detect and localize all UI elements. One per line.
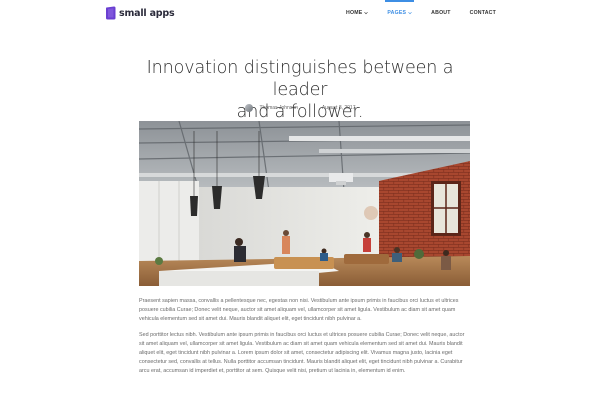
article-author[interactable]: Thomas Johnson: [260, 105, 298, 111]
logo[interactable]: small apps: [105, 4, 175, 22]
avatar-icon: [244, 104, 253, 112]
article-hero-image: [139, 121, 470, 286]
article-paragraph-1: Praesent sapien massa, convallis a pelle…: [139, 298, 459, 323]
nav-about[interactable]: ABOUT: [431, 0, 450, 26]
nav-contact[interactable]: CONTACT: [470, 0, 496, 26]
article-date: August 8, 2017: [321, 105, 356, 111]
article-meta: Thomas Johnson August 8, 2017: [0, 103, 600, 113]
nav-contact-label: CONTACT: [469, 10, 496, 16]
main-nav: HOME PAGES ABOUT CONTACT: [327, 0, 496, 26]
nav-pages-label: PAGES: [387, 10, 407, 16]
nav-about-label: ABOUT: [431, 10, 451, 16]
article-title-line-1: Innovation distinguishes between a leade…: [146, 58, 454, 100]
article-paragraph-2: Sed porttitor lectus nibh. Vestibulum an…: [139, 332, 465, 375]
nav-home-label: HOME: [346, 10, 363, 16]
nav-home[interactable]: HOME: [346, 0, 369, 26]
article-title: Innovation distinguishes between a leade…: [120, 57, 480, 123]
page: small apps HOME PAGES ABOUT CONTACT Inno…: [0, 0, 600, 400]
chevron-down-icon: [364, 11, 369, 15]
chevron-down-icon: [408, 11, 412, 15]
site-header: small apps HOME PAGES ABOUT CONTACT: [0, 0, 600, 26]
small-apps-logo-icon: [106, 6, 116, 20]
nav-pages[interactable]: PAGES: [385, 0, 414, 26]
brand-name: small apps: [119, 7, 175, 19]
office-interior-illustration: [139, 121, 470, 286]
